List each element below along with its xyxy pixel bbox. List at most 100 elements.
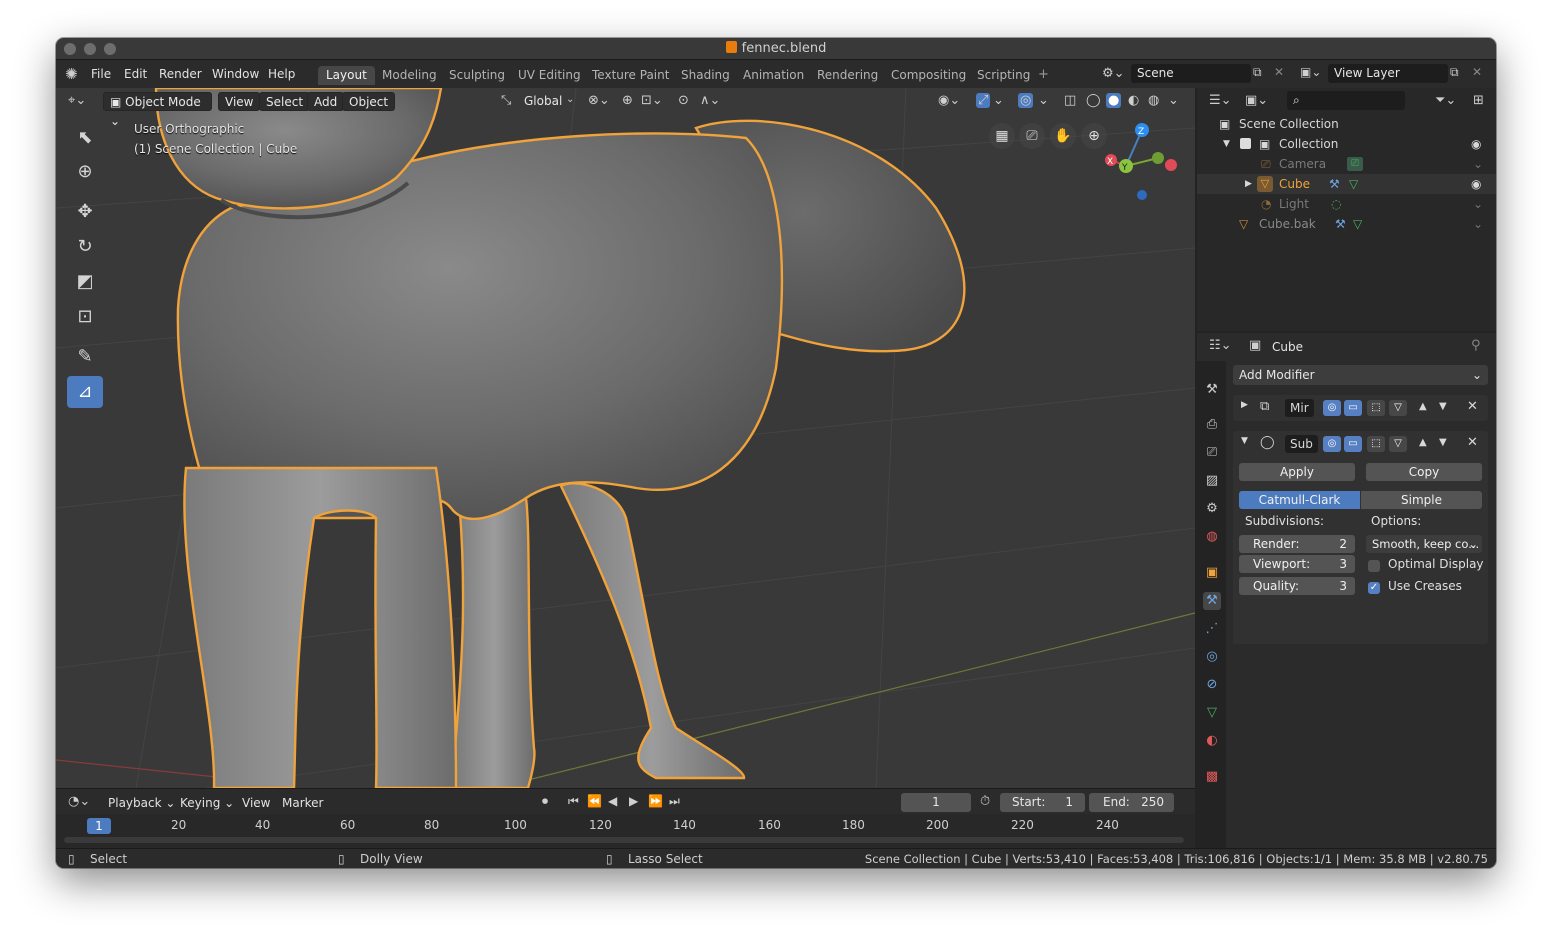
viewport-menu-object[interactable]: Object xyxy=(342,92,396,111)
scene-name-field[interactable]: Scene xyxy=(1131,64,1251,83)
scene-icon[interactable]: ⚙⌄ xyxy=(1102,67,1125,80)
orientation-dropdown[interactable]: Global xyxy=(524,94,562,108)
xray-icon[interactable]: ◫ xyxy=(1064,94,1076,107)
pin-icon[interactable]: ⚲ xyxy=(1471,339,1481,352)
chevron-down-icon[interactable]: ⌄ xyxy=(1473,154,1483,174)
editmode-toggle-icon[interactable]: ⬚ xyxy=(1367,400,1385,416)
material-shading-icon[interactable]: ◐ xyxy=(1128,94,1139,107)
apply-button[interactable]: Apply xyxy=(1239,463,1355,481)
render-toggle-icon[interactable]: ◎ xyxy=(1323,400,1341,416)
modifier-name-field[interactable]: Sub xyxy=(1285,435,1318,453)
overlays-toggle-icon[interactable]: ◎ xyxy=(1018,93,1034,108)
rotate-tool[interactable]: ↻ xyxy=(67,231,103,263)
checkbox-icon[interactable] xyxy=(1240,138,1251,149)
filter-icon[interactable]: ⏷⌄ xyxy=(1435,94,1456,107)
workspace-tab-animation[interactable]: Animation xyxy=(735,66,812,85)
measure-tool[interactable]: ⊿ xyxy=(67,376,103,408)
chevron-down-icon[interactable]: ⌄ xyxy=(566,95,574,105)
chevron-down-icon[interactable]: ⌄ xyxy=(1168,94,1179,107)
timeline-menu-playback[interactable]: Playback ⌄ xyxy=(108,796,175,810)
properties-editor-icon[interactable]: ☷⌄ xyxy=(1209,339,1232,352)
workspace-tab-compositing[interactable]: Compositing xyxy=(883,66,974,85)
workspace-tab-texture-paint[interactable]: Texture Paint xyxy=(584,66,677,85)
particles-tab-icon[interactable]: ⋰ xyxy=(1203,620,1221,638)
scene-tab-icon[interactable]: ⚙ xyxy=(1203,500,1221,518)
delete-view-layer-icon[interactable]: ✕ xyxy=(1472,66,1482,78)
playhead-frame[interactable]: 1 xyxy=(87,818,111,834)
data-tab-icon[interactable]: ▽ xyxy=(1203,704,1221,722)
expand-arrow-icon[interactable]: ▼ xyxy=(1223,134,1230,154)
transform-tool[interactable]: ⊡ xyxy=(67,301,103,333)
rendered-shading-icon[interactable]: ◍ xyxy=(1148,94,1159,107)
workspace-tab-layout[interactable]: Layout xyxy=(318,66,375,85)
end-frame-field[interactable]: End: 250 xyxy=(1089,793,1174,812)
view-layer-field[interactable]: View Layer xyxy=(1328,64,1448,83)
realtime-toggle-icon[interactable]: ▭ xyxy=(1344,400,1362,416)
expand-arrow-icon[interactable]: ▼ xyxy=(1241,436,1248,446)
timeline-scrollbar[interactable] xyxy=(64,837,1184,843)
pivot-icon[interactable]: ⊗⌄ xyxy=(588,94,610,107)
material-tab-icon[interactable]: ◐ xyxy=(1203,732,1221,750)
pan-hand-icon[interactable]: ✋ xyxy=(1050,123,1076,149)
eye-icon[interactable]: ◉ xyxy=(1471,174,1481,194)
render-tab-icon[interactable]: ⎙ xyxy=(1203,416,1221,434)
remove-modifier-icon[interactable]: ✕ xyxy=(1467,399,1478,414)
jump-end-icon[interactable]: ⏭ xyxy=(669,795,680,807)
chevron-down-icon[interactable]: ⌄ xyxy=(1473,194,1483,214)
timeline-ruler[interactable]: 1 20 40 60 80 100 120 140 160 180 200 22… xyxy=(56,814,1195,848)
chevron-down-icon[interactable]: ⌄ xyxy=(1038,94,1049,107)
timeline-menu-view[interactable]: View xyxy=(242,796,270,810)
outliner-item-cube[interactable]: ▶ ▽ Cube ⚒ ▽ ◉ xyxy=(1197,174,1496,194)
render-levels-field[interactable]: Render: 2 xyxy=(1239,535,1355,553)
menu-file[interactable]: File xyxy=(91,67,111,81)
cursor-tool[interactable]: ⊕ xyxy=(67,156,103,188)
new-collection-icon[interactable]: ⊞ xyxy=(1473,94,1484,107)
next-keyframe-icon[interactable]: ⏩ xyxy=(648,795,663,807)
add-modifier-dropdown[interactable]: Add Modifier ⌄ xyxy=(1233,365,1488,385)
add-workspace-icon[interactable]: + xyxy=(1038,68,1049,81)
wireframe-shading-icon[interactable]: ◯ xyxy=(1086,94,1101,107)
tool-tab-icon[interactable]: ⚒ xyxy=(1203,381,1221,399)
outliner-search-input[interactable]: ⌕ xyxy=(1287,91,1405,110)
workspace-tab-modeling[interactable]: Modeling xyxy=(374,66,445,85)
move-down-icon[interactable]: ▼ xyxy=(1439,437,1447,448)
constraints-tab-icon[interactable]: ⊘ xyxy=(1203,676,1221,694)
annotate-tool[interactable]: ✎ xyxy=(67,341,103,373)
proportional-edit-icon[interactable]: ⊙ xyxy=(678,94,689,107)
play-reverse-icon[interactable]: ◀ xyxy=(608,795,617,807)
cage-toggle-icon[interactable]: ▽ xyxy=(1389,436,1407,452)
timeline-editor-icon[interactable]: ◔⌄ xyxy=(68,795,90,808)
blender-logo-icon[interactable]: ✺ xyxy=(65,67,78,82)
workspace-tab-sculpting[interactable]: Sculpting xyxy=(441,66,513,85)
outliner-item-camera[interactable]: ⎚ Camera ⎚ ⌄ xyxy=(1197,154,1496,174)
workspace-tab-rendering[interactable]: Rendering xyxy=(809,66,886,85)
catmull-clark-toggle[interactable]: Catmull-Clark xyxy=(1239,491,1360,509)
remove-modifier-icon[interactable]: ✕ xyxy=(1467,435,1478,450)
move-down-icon[interactable]: ▼ xyxy=(1439,401,1447,412)
world-tab-icon[interactable]: ◍ xyxy=(1203,528,1221,546)
start-frame-field[interactable]: Start: 1 xyxy=(1000,793,1085,812)
quality-field[interactable]: Quality: 3 xyxy=(1239,577,1355,595)
play-icon[interactable]: ▶ xyxy=(629,795,638,807)
viewport-menu-view[interactable]: View xyxy=(218,92,261,111)
camera-view-icon[interactable]: ⎚ xyxy=(1019,123,1045,149)
menu-help[interactable]: Help xyxy=(268,67,295,81)
copy-button[interactable]: Copy xyxy=(1366,463,1482,481)
3d-viewport[interactable]: Z X Y ⌖⌄ ▣ Object Mode ⌄ View Select Add… xyxy=(56,88,1195,788)
menu-render[interactable]: Render xyxy=(159,67,202,81)
cage-toggle-icon[interactable]: ▽ xyxy=(1389,400,1407,416)
expand-arrow-icon[interactable]: ▶ xyxy=(1241,400,1248,410)
delete-scene-icon[interactable]: ✕ xyxy=(1274,66,1284,78)
modifiers-tab-icon[interactable]: ⚒ xyxy=(1203,592,1221,610)
optimal-display-checkbox[interactable] xyxy=(1368,560,1380,572)
view-layer-icon[interactable]: ▣⌄ xyxy=(1300,66,1321,78)
object-tab-icon[interactable]: ▣ xyxy=(1203,564,1221,582)
outliner-item-collection[interactable]: ▼ ▣ Collection ◉ xyxy=(1197,134,1496,154)
select-box-tool[interactable]: ⬉ xyxy=(67,122,103,154)
navigation-gizmo[interactable]: Z X Y xyxy=(1105,123,1177,200)
snap-target-icon[interactable]: ⊡⌄ xyxy=(641,94,663,107)
scale-tool[interactable]: ◩ xyxy=(67,266,103,298)
chevron-down-icon[interactable]: ⌄ xyxy=(1473,214,1483,234)
workspace-tab-shading[interactable]: Shading xyxy=(673,66,738,85)
use-creases-checkbox[interactable]: ✓ xyxy=(1368,582,1380,594)
